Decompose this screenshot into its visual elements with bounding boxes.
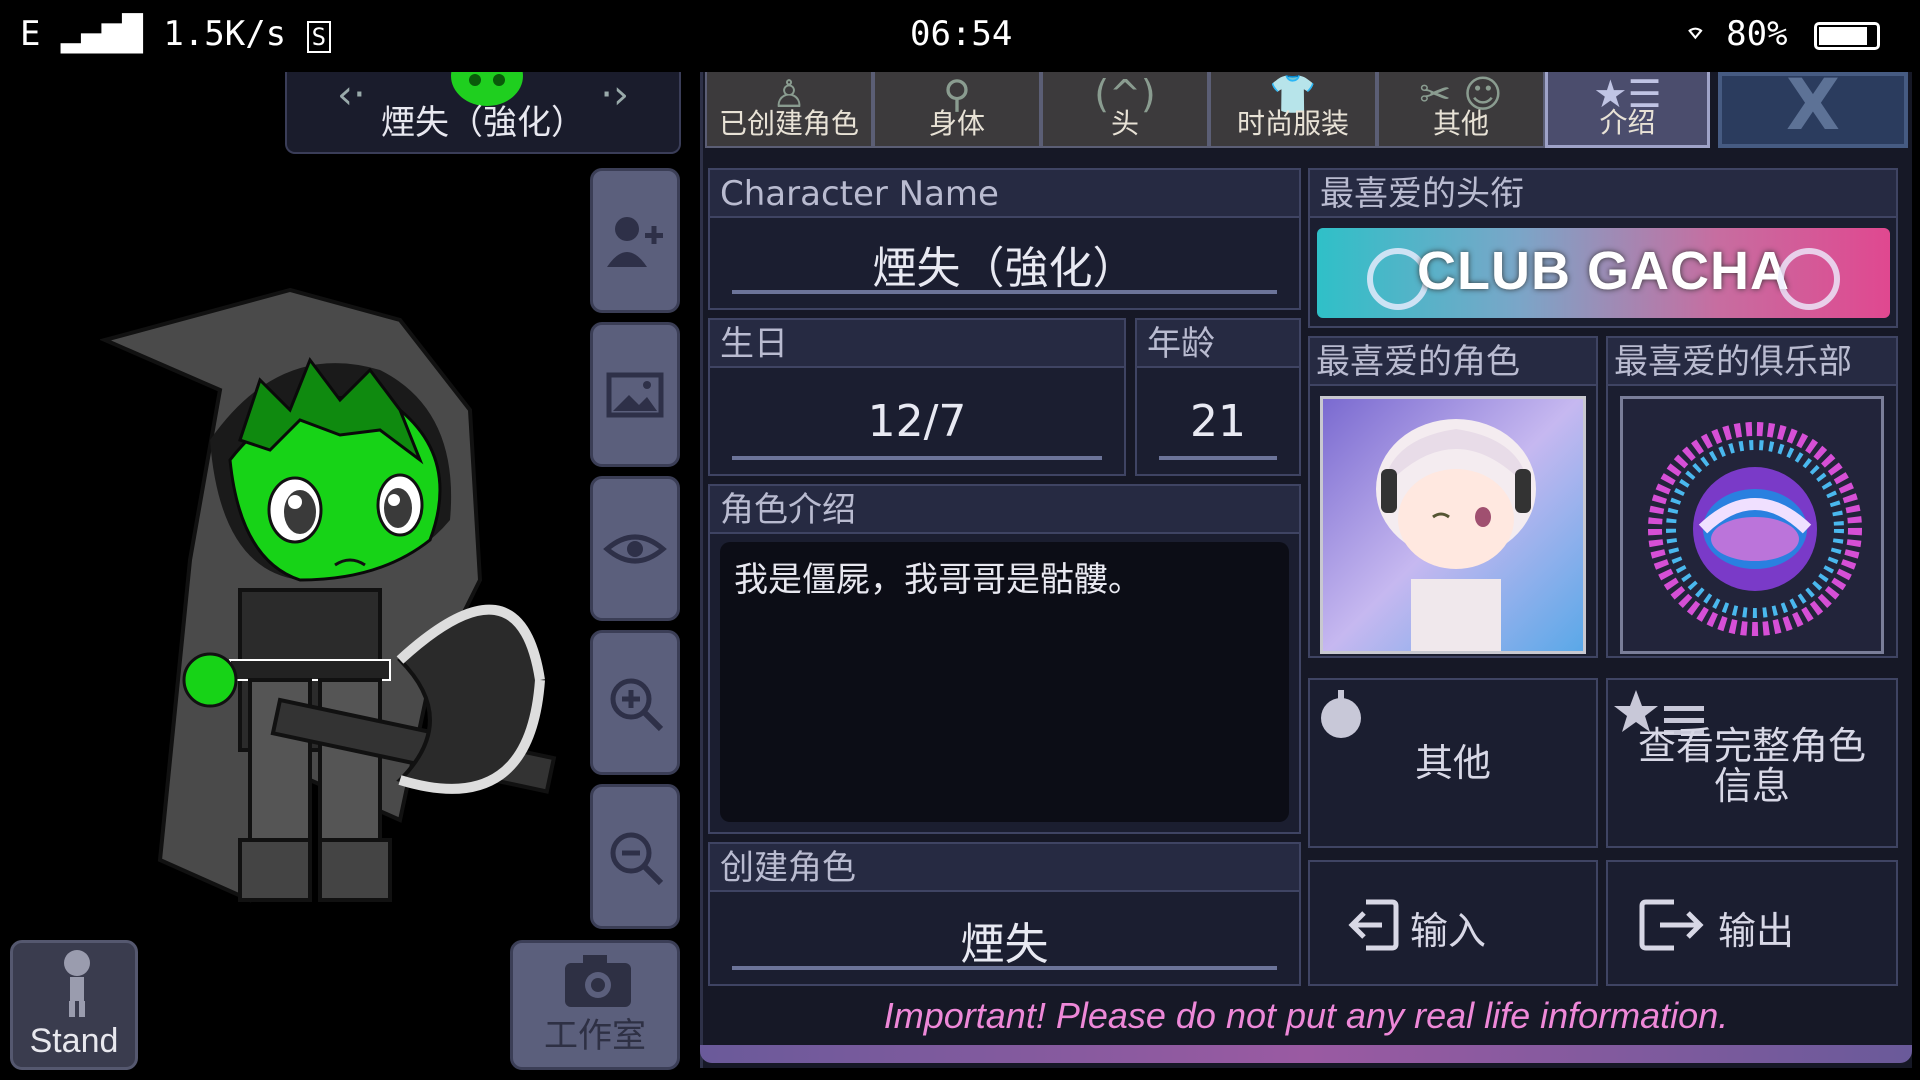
- creator-underline: [732, 966, 1277, 970]
- character-portrait: [1376, 419, 1536, 651]
- tab-other[interactable]: ✂ ☺ 其他: [1377, 72, 1545, 148]
- add-person-icon: [607, 216, 663, 267]
- character-name-field[interactable]: 煙失（強化）: [710, 232, 1299, 296]
- tab-body[interactable]: ⚲ 身体: [873, 72, 1041, 148]
- studio-label: 工作室: [544, 1016, 646, 1056]
- camera-icon: [565, 955, 631, 1007]
- creator-field[interactable]: 煙失: [710, 908, 1299, 972]
- tab-profile[interactable]: ★☰ 介绍: [1545, 72, 1710, 148]
- character-name-label: Character Name: [710, 170, 1299, 218]
- import-label: 输入: [1410, 909, 1487, 953]
- creator-box: 创建角色 煙失: [708, 842, 1301, 986]
- close-icon: X: [1786, 64, 1840, 146]
- tab-head[interactable]: (^) 头: [1041, 72, 1209, 148]
- favorite-character-label: 最喜爱的角色: [1310, 338, 1596, 386]
- favorite-club-label: 最喜爱的俱乐部: [1608, 338, 1896, 386]
- club-emblem: [1648, 422, 1862, 636]
- import-icon: [1348, 899, 1399, 951]
- export-button[interactable]: 输出: [1606, 860, 1898, 986]
- birthday-field[interactable]: 12/7: [710, 396, 1124, 447]
- other-button[interactable]: 其他: [1308, 678, 1598, 848]
- birthday-underline: [732, 456, 1102, 460]
- birthday-label: 生日: [710, 320, 1124, 368]
- signal-indicator: E ▂▄▆█ 1.5K/s S: [20, 14, 332, 54]
- birthday-box: 生日 12/7: [708, 318, 1126, 476]
- battery-icon: [1814, 21, 1880, 50]
- stand-button[interactable]: Stand: [10, 940, 138, 1070]
- age-field[interactable]: 21: [1137, 396, 1299, 447]
- export-icon: [1639, 899, 1704, 951]
- studio-button[interactable]: 工作室: [510, 940, 680, 1070]
- zoom-in-icon: [610, 678, 664, 731]
- background-button[interactable]: [590, 322, 680, 467]
- stand-label: Stand: [29, 1022, 119, 1060]
- zoom-out-button[interactable]: [590, 784, 680, 929]
- import-button[interactable]: 输入: [1308, 860, 1598, 986]
- creator-label: 创建角色: [710, 844, 1299, 892]
- character-illustration: [100, 287, 557, 903]
- view-full-info-button[interactable]: 查看完整角色信息: [1606, 678, 1898, 848]
- view-button[interactable]: [590, 476, 680, 621]
- planet-icon: [1778, 248, 1840, 310]
- zoom-out-icon: [610, 832, 664, 885]
- other-label: 其他: [1414, 741, 1491, 785]
- favorite-title-label: 最喜爱的头衔: [1310, 170, 1896, 218]
- intro-textarea[interactable]: 我是僵屍，我哥哥是骷髏。: [720, 542, 1289, 822]
- status-bar: E ▂▄▆█ 1.5K/s S 06:54 ⌔ 80%: [0, 0, 1920, 72]
- tab-created-characters[interactable]: ♙ 已创建角色: [705, 72, 873, 148]
- panel-bottom-bar: [700, 1045, 1912, 1063]
- character-selector[interactable]: ‹· ·› 煙失（強化）: [285, 72, 681, 154]
- apple-icon: [1321, 690, 1361, 738]
- eye-icon: [603, 534, 667, 563]
- club-gacha-banner[interactable]: CLUB GACHA: [1317, 228, 1890, 318]
- intro-label: 角色介绍: [710, 486, 1299, 534]
- view-full-info-label: 查看完整角色信息: [1637, 724, 1866, 808]
- age-box: 年龄 21: [1135, 318, 1301, 476]
- character-name-box: Character Name 煙失（強化）: [708, 168, 1301, 310]
- battery-status: ⌔ 80%: [1685, 14, 1880, 54]
- add-character-button[interactable]: [590, 168, 680, 313]
- favorite-club-image[interactable]: [1620, 396, 1884, 654]
- tab-fashion[interactable]: 👕 时尚服装: [1209, 72, 1377, 148]
- age-underline: [1159, 456, 1277, 460]
- age-label: 年龄: [1137, 320, 1299, 368]
- close-button[interactable]: X: [1718, 64, 1908, 148]
- zoom-in-button[interactable]: [590, 630, 680, 775]
- name-underline: [732, 290, 1277, 294]
- wifi-icon: ⌔: [1685, 14, 1706, 54]
- privacy-warning: Important! Please do not put any real li…: [883, 995, 1729, 1036]
- favorite-character-image[interactable]: [1320, 396, 1586, 654]
- image-icon: [606, 372, 664, 417]
- intro-box: 角色介绍 我是僵屍，我哥哥是骷髏。: [708, 484, 1301, 834]
- stand-figure-icon: [64, 950, 90, 1017]
- character-name: 煙失（強化）: [381, 103, 585, 143]
- export-label: 输出: [1718, 909, 1795, 953]
- clock: 06:54: [910, 14, 1013, 54]
